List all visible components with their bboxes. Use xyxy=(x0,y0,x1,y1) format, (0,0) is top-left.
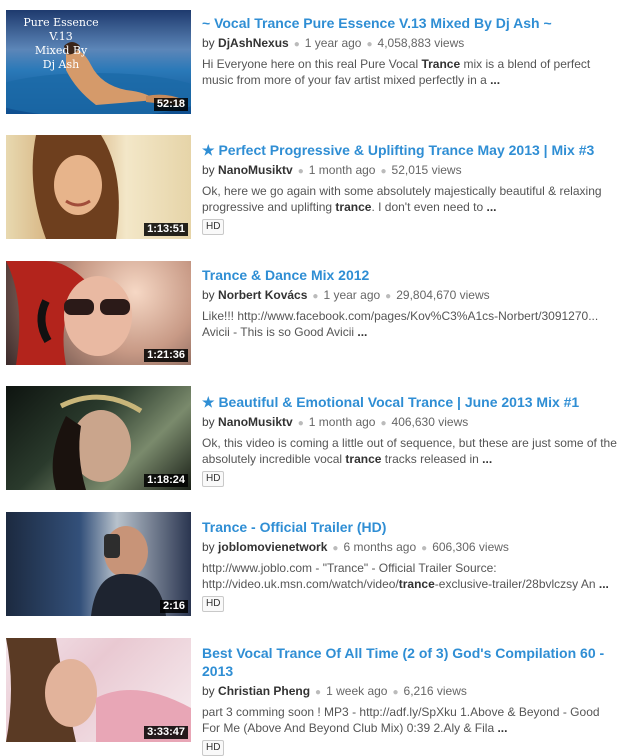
separator-dot: ● xyxy=(385,291,392,302)
view-count: 52,015 views xyxy=(391,163,462,177)
video-info: Trance & Dance Mix 2012 by Norbert Kovác… xyxy=(202,266,618,340)
video-description: part 3 comming soon ! MP3 - http://adf.l… xyxy=(202,704,618,736)
video-info: ★ Beautiful & Emotional Vocal Trance | J… xyxy=(202,393,618,487)
upload-age: 1 year ago xyxy=(304,36,362,50)
view-count: 29,804,670 views xyxy=(396,288,490,302)
channel-link[interactable]: NanoMusiktv xyxy=(218,163,293,177)
upload-age: 1 month ago xyxy=(308,415,376,429)
by-label: by xyxy=(202,415,215,429)
description-keyword: trance xyxy=(345,452,382,466)
video-meta: by Norbert Kovács ● 1 year ago ● 29,804,670 … xyxy=(202,287,618,305)
video-description: Ok, this video is coming a little out of… xyxy=(202,435,618,467)
video-description: http://www.joblo.com - "Trance" - Offici… xyxy=(202,560,618,592)
video-duration: 1:18:24 xyxy=(144,474,188,487)
by-label: by xyxy=(202,288,215,302)
channel-link[interactable]: NanoMusiktv xyxy=(218,415,293,429)
upload-age: 1 year ago xyxy=(323,288,381,302)
video-duration: 52:18 xyxy=(153,98,188,111)
separator-dot: ● xyxy=(392,687,399,698)
thumbnail-caption: Pure Essence V.13 Mixed By Dj Ash xyxy=(23,16,99,71)
separator-dot: ● xyxy=(380,166,387,177)
by-label: by xyxy=(202,163,215,177)
separator-dot: ● xyxy=(293,39,300,50)
view-count: 406,630 views xyxy=(391,415,469,429)
channel-link[interactable]: DjAshNexus xyxy=(218,36,289,50)
video-description: Hi Everyone here on this real Pure Vocal… xyxy=(202,56,618,88)
by-label: by xyxy=(202,36,215,50)
separator-dot: ● xyxy=(297,166,304,177)
description-keyword: trance xyxy=(335,200,372,214)
description-text: . I don't even need to xyxy=(371,200,487,214)
by-label: by xyxy=(202,540,215,554)
description-text: part 3 comming soon ! MP3 - http://adf.l… xyxy=(202,705,600,735)
video-duration: 2:16 xyxy=(159,600,188,613)
video-thumbnail[interactable]: 3:33:47 xyxy=(6,638,191,742)
separator-dot: ● xyxy=(380,418,387,429)
hd-badge: HD xyxy=(202,596,225,612)
video-thumbnail[interactable]: 1:18:24 xyxy=(6,386,191,490)
video-title-link[interactable]: Best Vocal Trance Of All Time (2 of 3) G… xyxy=(202,644,618,680)
upload-age: 1 week ago xyxy=(326,684,388,698)
video-title-link[interactable]: ★ Beautiful & Emotional Vocal Trance | J… xyxy=(202,393,618,411)
video-duration: 3:33:47 xyxy=(144,726,188,739)
description-text: -exclusive-trailer/28bvlczsy An xyxy=(434,577,599,591)
video-title-link[interactable]: Trance - Official Trailer (HD) xyxy=(202,518,618,536)
search-results-list: Pure Essence V.13 Mixed By Dj Ash 52:18 … xyxy=(0,0,622,756)
video-thumbnail[interactable]: 1:13:51 xyxy=(6,135,191,239)
video-title-link[interactable]: ★ Perfect Progressive & Uplifting Trance… xyxy=(202,141,618,159)
hd-badge: HD xyxy=(202,471,225,487)
description-keyword: Trance xyxy=(421,57,461,71)
hd-badge: HD xyxy=(202,219,225,235)
video-thumbnail[interactable]: 2:16 xyxy=(6,512,191,616)
description-text: Like!!! http://www.facebook.com/pages/Ko… xyxy=(202,309,599,339)
separator-dot: ● xyxy=(366,39,373,50)
view-count: 606,306 views xyxy=(432,540,509,554)
video-meta: by DjAshNexus ● 1 year ago ● 4,058,883 views xyxy=(202,35,618,53)
video-title-link[interactable]: ~ Vocal Trance Pure Essence V.13 Mixed B… xyxy=(202,14,618,32)
description-ellipsis: ... xyxy=(497,721,508,735)
channel-link[interactable]: Norbert Kovács xyxy=(218,288,307,302)
separator-dot: ● xyxy=(421,543,428,554)
upload-age: 6 months ago xyxy=(343,540,417,554)
video-duration: 1:21:36 xyxy=(144,349,188,362)
video-info: Best Vocal Trance Of All Time (2 of 3) G… xyxy=(202,644,618,756)
channel-link[interactable]: Christian Pheng xyxy=(218,684,310,698)
separator-dot: ● xyxy=(297,418,304,429)
video-meta: by joblomovienetwork ● 6 months ago ● 606,30… xyxy=(202,539,618,557)
view-count: 6,216 views xyxy=(403,684,467,698)
separator-dot: ● xyxy=(312,291,319,302)
description-text: tracks released in xyxy=(381,452,483,466)
by-label: by xyxy=(202,684,215,698)
video-description: Like!!! http://www.facebook.com/pages/Ko… xyxy=(202,308,618,340)
video-title-link[interactable]: Trance & Dance Mix 2012 xyxy=(202,266,618,284)
description-ellipsis: ... xyxy=(486,200,497,214)
video-meta: by NanoMusiktv ● 1 month ago ● 406,630 views xyxy=(202,414,618,432)
upload-age: 1 month ago xyxy=(308,163,376,177)
channel-link[interactable]: joblomovienetwork xyxy=(218,540,327,554)
separator-dot: ● xyxy=(332,543,339,554)
description-ellipsis: ... xyxy=(482,452,493,466)
video-meta: by NanoMusiktv ● 1 month ago ● 52,015 views xyxy=(202,162,618,180)
view-count: 4,058,883 views xyxy=(377,36,465,50)
video-meta: by Christian Pheng ● 1 week ago ● 6,216 view… xyxy=(202,683,618,701)
description-ellipsis: ... xyxy=(357,325,368,339)
description-ellipsis: ... xyxy=(598,577,609,591)
separator-dot: ● xyxy=(315,687,322,698)
video-duration: 1:13:51 xyxy=(144,223,188,236)
video-info: Trance - Official Trailer (HD) by joblom… xyxy=(202,518,618,612)
video-description: Ok, here we go again with some absolutel… xyxy=(202,183,618,215)
video-thumbnail[interactable]: Pure Essence V.13 Mixed By Dj Ash 52:18 xyxy=(6,10,191,114)
video-thumbnail[interactable]: 1:21:36 xyxy=(6,261,191,365)
description-keyword: trance xyxy=(398,577,435,591)
video-info: ★ Perfect Progressive & Uplifting Trance… xyxy=(202,141,618,235)
video-info: ~ Vocal Trance Pure Essence V.13 Mixed B… xyxy=(202,14,618,88)
hd-badge: HD xyxy=(202,740,225,756)
description-text: Hi Everyone here on this real Pure Vocal xyxy=(202,57,422,71)
description-ellipsis: ... xyxy=(490,73,501,87)
